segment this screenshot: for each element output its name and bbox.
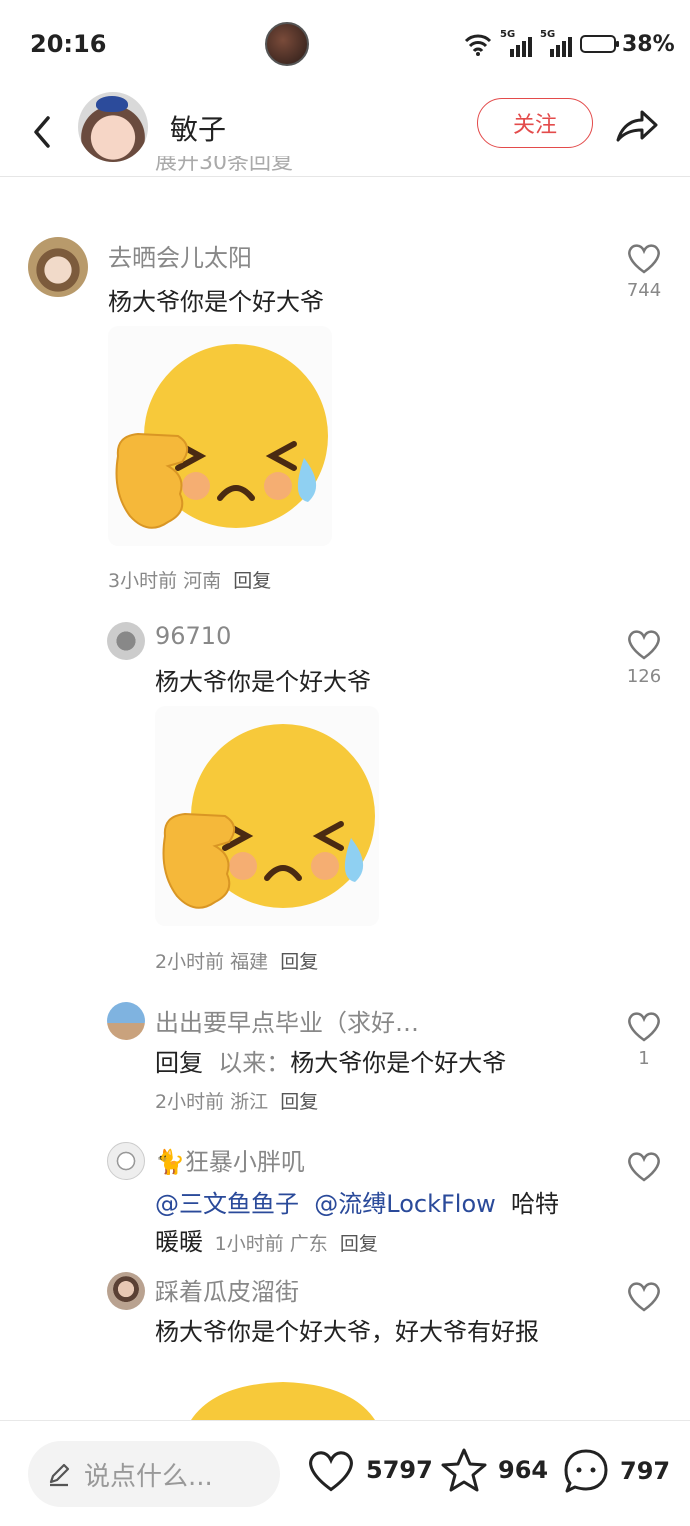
like-button[interactable] bbox=[624, 1280, 664, 1312]
heart-icon bbox=[628, 1012, 660, 1042]
post-like-count: 5797 bbox=[366, 1456, 433, 1484]
signal-icon-2: 5G bbox=[540, 29, 574, 57]
emoji-sticker-partial[interactable] bbox=[155, 1376, 379, 1420]
comment-username[interactable]: 踩着瓜皮溜街 bbox=[155, 1272, 299, 1307]
header-bar: 敏子 关注 bbox=[0, 88, 690, 177]
favorite-button[interactable]: 964 bbox=[440, 1447, 548, 1493]
like-button[interactable]: 1 bbox=[624, 1010, 664, 1069]
comment-text: 杨大爷你是个好大爷 bbox=[155, 668, 371, 696]
expand-replies-partial[interactable]: 展开30条回复 bbox=[155, 156, 293, 176]
comment-username[interactable]: 🐈狂暴小胖叽 bbox=[155, 1142, 305, 1177]
reply-button[interactable]: 回复 bbox=[340, 1233, 378, 1255]
comment-placeholder: 说点什么... bbox=[84, 1461, 213, 1492]
comment-input[interactable]: 说点什么... bbox=[28, 1441, 280, 1507]
heart-icon bbox=[628, 244, 660, 274]
favorite-count: 964 bbox=[498, 1456, 549, 1484]
author-avatar[interactable] bbox=[78, 92, 148, 162]
comment-meta: 3小时前 河南 回复 bbox=[108, 570, 272, 592]
comment-meta: 2小时前 浙江 回复 bbox=[155, 1091, 319, 1113]
heart-icon bbox=[309, 1451, 353, 1492]
mention-link[interactable]: @三文鱼鱼子 bbox=[155, 1190, 299, 1218]
comment-username[interactable]: 96710 bbox=[155, 622, 231, 650]
status-bar: 20:16 5G 5G 38% bbox=[0, 0, 690, 88]
follow-button[interactable]: 关注 bbox=[477, 98, 593, 148]
cat-emoji: 🐈 bbox=[155, 1148, 185, 1176]
like-count: 744 bbox=[626, 280, 662, 301]
comment-text: 杨大爷你是个好大爷 bbox=[108, 288, 324, 316]
heart-icon bbox=[628, 1282, 660, 1312]
like-button[interactable]: 126 bbox=[624, 628, 664, 687]
wifi-icon bbox=[464, 34, 492, 56]
comment-meta: 2小时前 福建 回复 bbox=[155, 951, 319, 973]
status-icons: 5G 5G 38% bbox=[462, 28, 675, 60]
battery-percent: 38% bbox=[622, 31, 675, 57]
comment-text: 回复 以来：杨大爷你是个好大爷 bbox=[155, 1049, 507, 1077]
bottom-action-bar: 说点什么... 5797 964 797 bbox=[0, 1420, 690, 1526]
like-post-button[interactable]: 5797 bbox=[306, 1447, 433, 1493]
reply-button[interactable]: 回复 bbox=[280, 951, 318, 973]
status-time: 20:16 bbox=[30, 30, 107, 58]
heart-icon bbox=[628, 630, 660, 660]
comment-avatar[interactable] bbox=[107, 622, 145, 660]
comment-username[interactable]: 出出要早点毕业（求好… bbox=[155, 1003, 419, 1038]
like-button[interactable] bbox=[624, 1150, 664, 1182]
pencil-icon bbox=[49, 1463, 70, 1487]
like-count: 1 bbox=[638, 1048, 650, 1069]
like-button[interactable]: 744 bbox=[624, 242, 664, 301]
share-icon[interactable] bbox=[614, 106, 660, 146]
reply-button[interactable]: 回复 bbox=[280, 1091, 318, 1113]
mention-link[interactable]: @流缚LockFlow bbox=[314, 1190, 496, 1218]
like-count: 126 bbox=[626, 666, 662, 687]
comment-text: @三文鱼鱼子 @流缚LockFlow 哈特 bbox=[155, 1190, 560, 1218]
comment-username[interactable]: 去晒会儿太阳 bbox=[108, 238, 252, 273]
notification-app-icon bbox=[265, 22, 309, 66]
comment-avatar[interactable] bbox=[107, 1002, 145, 1040]
battery-icon bbox=[580, 35, 619, 53]
back-arrow-icon[interactable] bbox=[24, 108, 60, 156]
comments-button[interactable]: 797 bbox=[562, 1447, 670, 1495]
comment-count: 797 bbox=[620, 1457, 671, 1485]
reply-button[interactable]: 回复 bbox=[233, 570, 271, 592]
author-name[interactable]: 敏子 bbox=[170, 108, 226, 148]
heart-icon bbox=[628, 1152, 660, 1182]
crying-emoji-sticker[interactable] bbox=[108, 326, 332, 546]
comment-avatar[interactable] bbox=[28, 237, 88, 297]
signal-icon-1: 5G bbox=[500, 29, 534, 57]
comment-bubble-icon bbox=[564, 1449, 608, 1493]
comment-avatar[interactable] bbox=[107, 1142, 145, 1180]
crying-emoji-sticker[interactable] bbox=[155, 706, 379, 926]
star-icon bbox=[441, 1448, 487, 1492]
comment-text-line2: 暖暖 1小时前 广东 回复 bbox=[155, 1228, 378, 1256]
comment-avatar[interactable] bbox=[107, 1272, 145, 1310]
comment-text: 杨大爷你是个好大爷，好大爷有好报 bbox=[155, 1318, 539, 1346]
